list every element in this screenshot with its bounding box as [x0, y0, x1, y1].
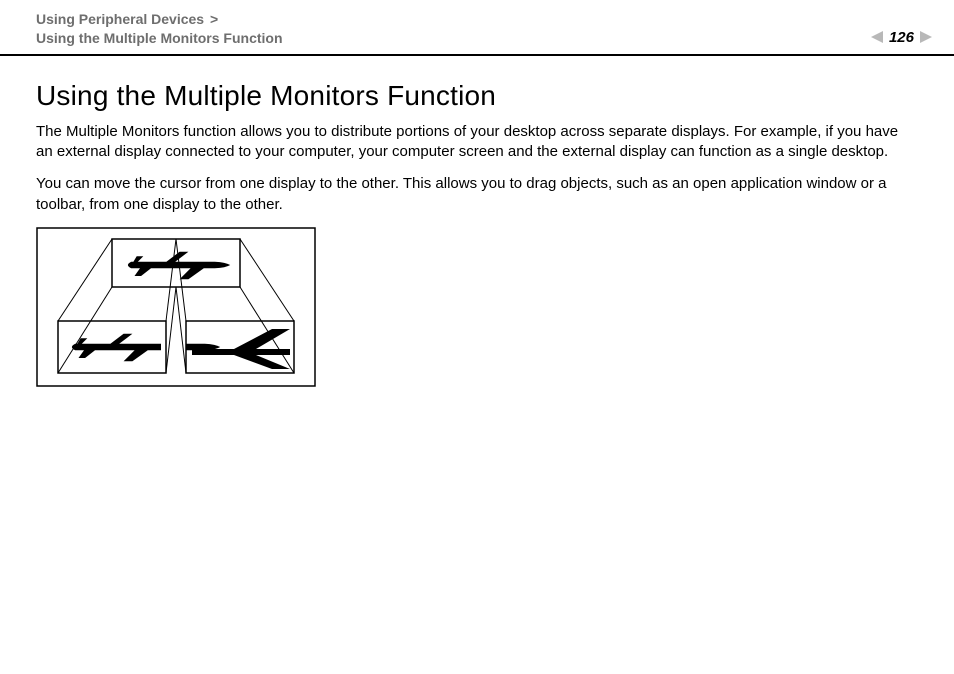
page-number: 126	[889, 29, 914, 46]
breadcrumb-line-1: Using Peripheral Devices >	[36, 10, 283, 29]
page-title: Using the Multiple Monitors Function	[36, 80, 918, 112]
breadcrumb: Using Peripheral Devices > Using the Mul…	[36, 10, 283, 48]
next-page-arrow-icon[interactable]	[920, 31, 932, 43]
breadcrumb-separator: >	[208, 11, 218, 27]
figure-multiple-monitors	[36, 227, 918, 387]
breadcrumb-current: Using the Multiple Monitors Function	[36, 29, 283, 48]
paragraph-1: The Multiple Monitors function allows yo…	[36, 122, 918, 163]
page-content: Using the Multiple Monitors Function The…	[0, 56, 954, 387]
breadcrumb-parent: Using Peripheral Devices	[36, 11, 204, 27]
page-header: Using Peripheral Devices > Using the Mul…	[0, 0, 954, 56]
airplane-monitors-icon	[36, 227, 316, 387]
page-number-nav: 126	[871, 29, 932, 48]
paragraph-2: You can move the cursor from one display…	[36, 174, 918, 215]
prev-page-arrow-icon[interactable]	[871, 31, 883, 43]
